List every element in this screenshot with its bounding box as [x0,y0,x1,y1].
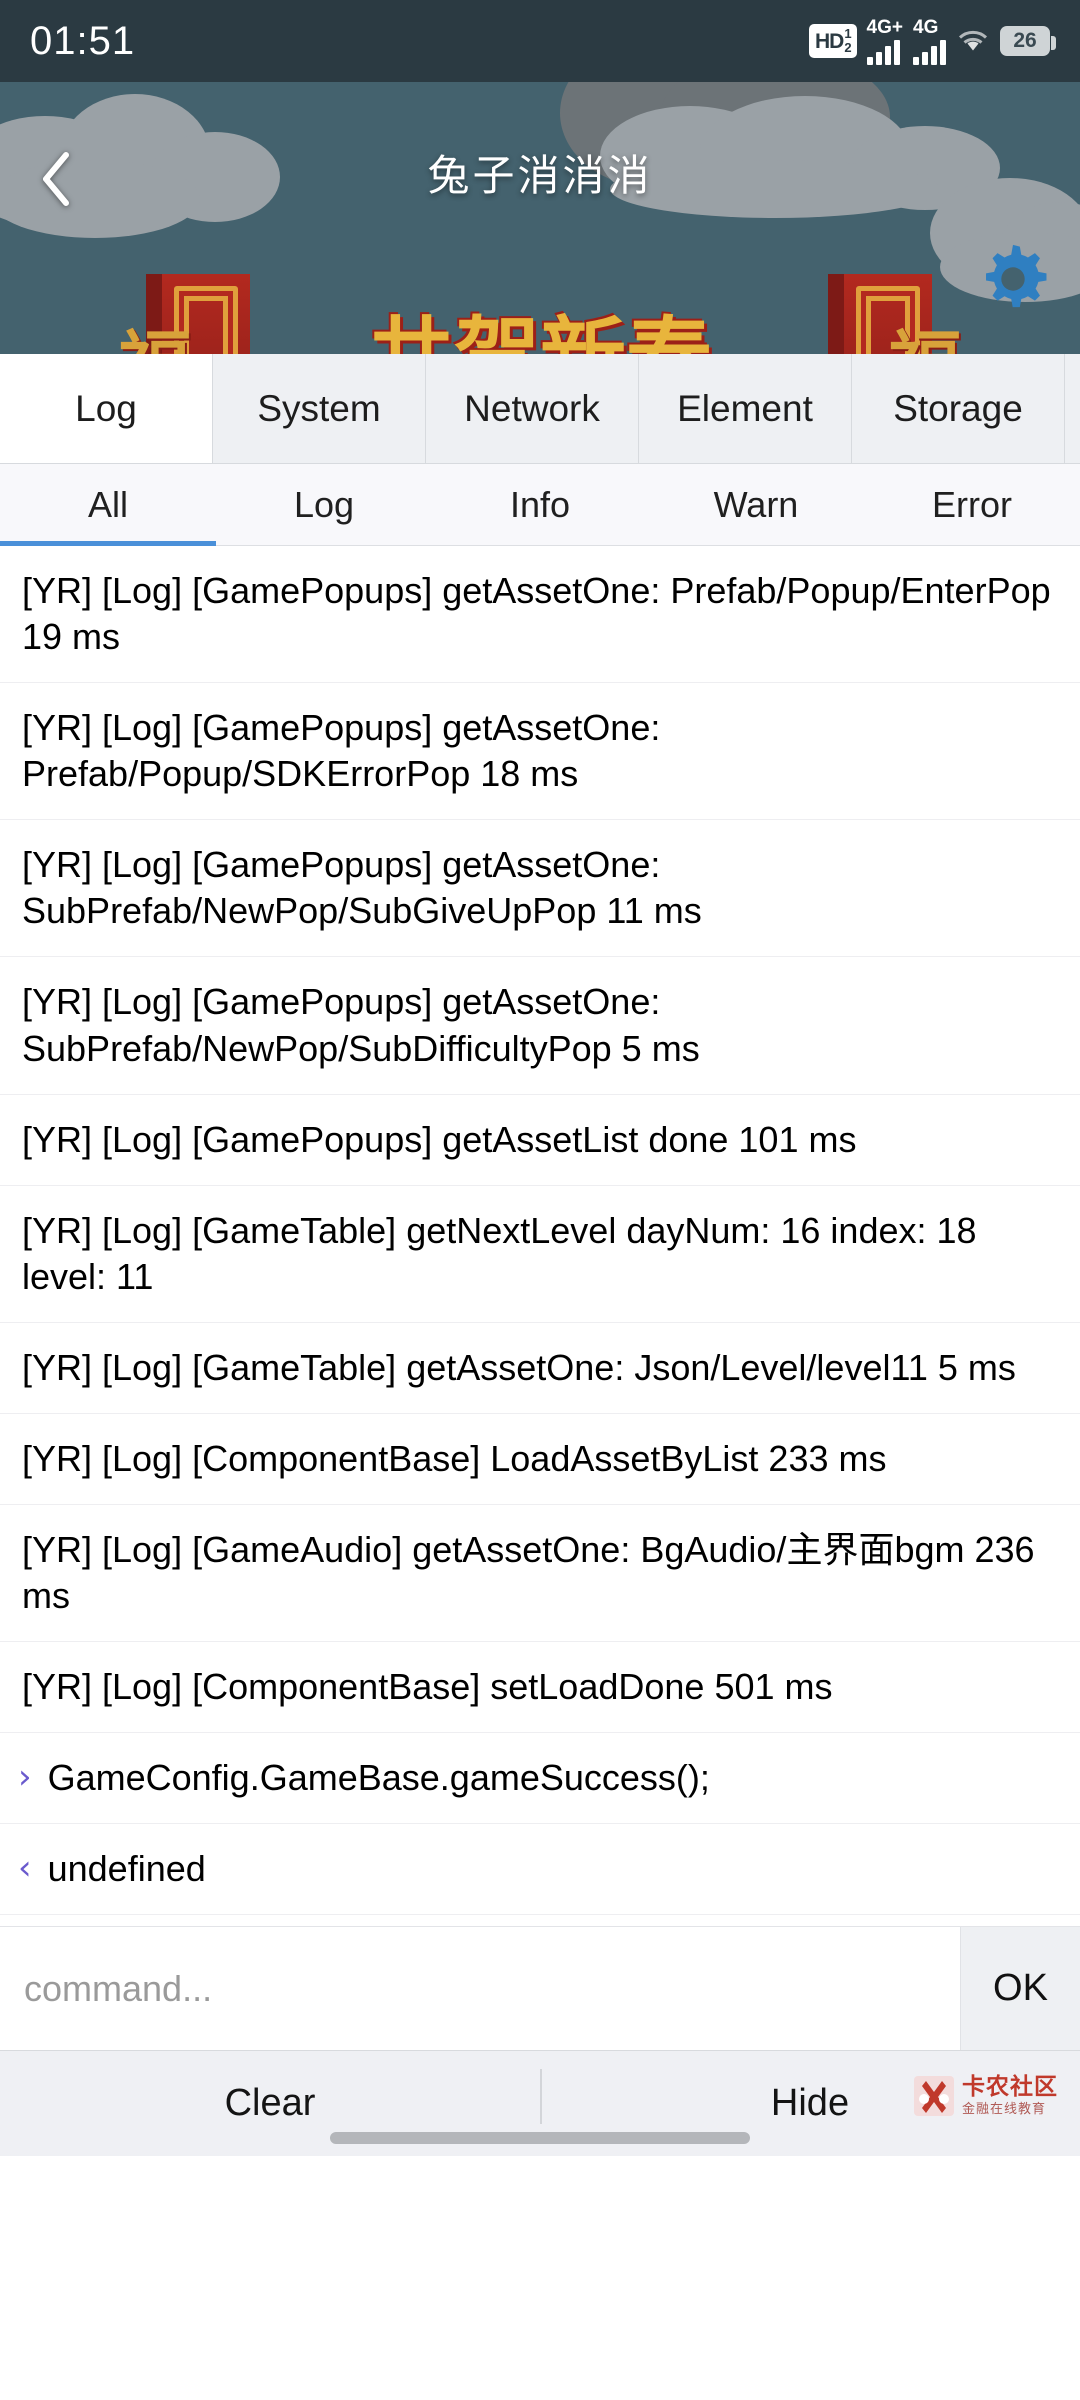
hd-voice-icon: HD 1 2 [808,24,857,58]
sim1-network-label: 4G+ [866,16,903,38]
log-entry[interactable]: [YR] [Log] [GamePopups] getAssetOne: Pre… [0,546,1080,684]
tab-log-label: Log [75,387,137,429]
ok-button-label: OK [993,1967,1048,2009]
log-entry-text: [YR] [Log] [GamePopups] getAssetOne: Pre… [22,570,1051,658]
game-banner: 福 福 共贺新春 兔子消消消 [0,82,1080,354]
log-entry-text: [YR] [Log] [ComponentBase] setLoadDone 5… [22,1666,833,1708]
status-bar: 01:51 HD 1 2 4G+ 4G 26 [0,0,1080,82]
command-bar: OK [0,1926,1080,2051]
tab-element[interactable]: Element [639,354,852,463]
ok-button[interactable]: OK [960,1927,1080,2050]
log-entry-text: [YR] [Log] [GameTable] getAssetOne: Json… [22,1346,1016,1388]
log-entry-text: [YR] [Log] [GamePopups] getAssetList don… [22,1118,857,1160]
tab-element-label: Element [677,387,813,429]
log-entry[interactable]: [YR] [Log] [GameAudio] getAssetOne: BgAu… [0,1505,1080,1643]
result-arrow-icon: ‹ [18,1848,32,1889]
filter-all[interactable]: All [0,464,216,546]
log-entry[interactable]: [YR] [Log] [GamePopups] getAssetOne: Sub… [0,820,1080,958]
home-indicator[interactable] [330,2132,750,2144]
log-entry-text: [YR] [Log] [GameAudio] getAssetOne: BgAu… [22,1529,1035,1617]
sim2-network-label: 4G [913,16,939,38]
log-entry[interactable]: [YR] [Log] [ComponentBase] setLoadDone 5… [0,1642,1080,1734]
filter-all-label: All [87,483,128,525]
clear-button[interactable]: Clear [0,2082,540,2125]
log-level-filters: All Log Info Warn Error [0,464,1080,546]
filter-log-label: Log [293,483,355,525]
tab-network[interactable]: Network [426,354,639,463]
clear-button-label: Clear [224,2082,316,2124]
page-title: 兔子消消消 [427,151,653,200]
log-entry[interactable]: [YR] [Log] [GameTable] getAssetOne: Json… [0,1323,1080,1414]
watermark-text: 卡农社区 金融在线教育 [962,2074,1058,2117]
filter-error-label: Error [932,483,1012,525]
bottom-action-bar: Clear Hide 卡农社区 金融在线教育 [0,2051,1080,2156]
watermark: 卡农社区 金融在线教育 [912,2073,1058,2119]
log-entry[interactable]: [YR] [Log] [GamePopups] getAssetOne: Pre… [0,683,1080,821]
sim1-signal-bars [866,39,900,65]
console-result-entry[interactable]: ‹ undefined [0,1824,1080,1916]
watermark-subtitle: 金融在线教育 [962,2102,1047,2117]
hd-sim-numbers: 1 2 [844,27,851,54]
hide-button-label: Hide [770,2082,850,2124]
wifi-icon [956,27,990,55]
tab-log[interactable]: Log [0,354,213,463]
bottom-bar-divider [540,2069,542,2124]
log-entry[interactable]: [YR] [Log] [GamePopups] getAssetList don… [0,1095,1080,1186]
hd-sim-1: 1 [844,26,852,42]
log-entry[interactable]: [YR] [Log] [GamePopups] getAssetOne: Sub… [0,957,1080,1095]
tab-storage[interactable]: Storage [852,354,1065,463]
signal-sim2-icon: 4G [913,18,946,65]
gear-icon[interactable] [974,240,1052,318]
status-indicators: HD 1 2 4G+ 4G 26 [808,16,1056,65]
sim2-signal-bars [913,39,946,65]
filter-info-label: Info [509,483,571,525]
log-entry-text: [YR] [Log] [GamePopups] getAssetOne: Sub… [22,844,702,932]
log-entry[interactable]: [YR] [Log] [ComponentBase] LoadAssetByLi… [0,1414,1080,1506]
filter-warn-label: Warn [713,483,799,525]
tab-system-label: System [257,387,381,429]
console-command-entry[interactable]: › GameConfig.GameBase.gameSuccess(); [0,1733,1080,1825]
filter-log[interactable]: Log [216,464,432,545]
tab-network-label: Network [464,387,600,429]
tab-storage-label: Storage [893,387,1023,429]
console-result-text: undefined [47,1848,206,1890]
battery-indicator: 26 [1000,26,1056,56]
fu-character-left: 福 [118,306,192,354]
log-entry[interactable]: [YR] [Log] [GameTable] getNextLevel dayN… [0,1186,1080,1323]
new-year-greeting: 共贺新春 [368,287,712,354]
watermark-logo-icon [912,2073,956,2119]
fu-character-right: 福 [888,306,962,354]
tab-system[interactable]: System [213,354,426,463]
filter-info[interactable]: Info [432,464,648,545]
command-input[interactable] [0,1927,960,2050]
log-entry-text: [YR] [Log] [GamePopups] getAssetOne: Pre… [22,707,661,795]
hd-sim-2: 2 [844,40,852,55]
log-list[interactable]: [YR] [Log] [GamePopups] getAssetOne: Pre… [0,546,1080,1926]
log-entry-text: [YR] [Log] [GamePopups] getAssetOne: Sub… [22,981,700,1069]
filter-error[interactable]: Error [864,464,1080,545]
filter-warn[interactable]: Warn [648,464,864,545]
log-entry-text: [YR] [Log] [ComponentBase] LoadAssetByLi… [22,1437,887,1479]
app-screen: 01:51 HD 1 2 4G+ 4G 26 兔子消消消 Log System … [0,0,1080,2400]
signal-sim1-icon: 4G+ [866,16,903,65]
back-button[interactable] [20,144,90,214]
command-arrow-icon: › [18,1757,32,1798]
console-command-text: GameConfig.GameBase.gameSuccess(); [47,1757,710,1799]
devtool-tabs: Log System Network Element Storage [0,354,1080,464]
hd-label: HD [814,29,844,53]
log-entry-text: [YR] [Log] [GameTable] getNextLevel dayN… [22,1209,977,1297]
watermark-title: 卡农社区 [962,2074,1058,2100]
status-clock: 01:51 [30,18,136,63]
